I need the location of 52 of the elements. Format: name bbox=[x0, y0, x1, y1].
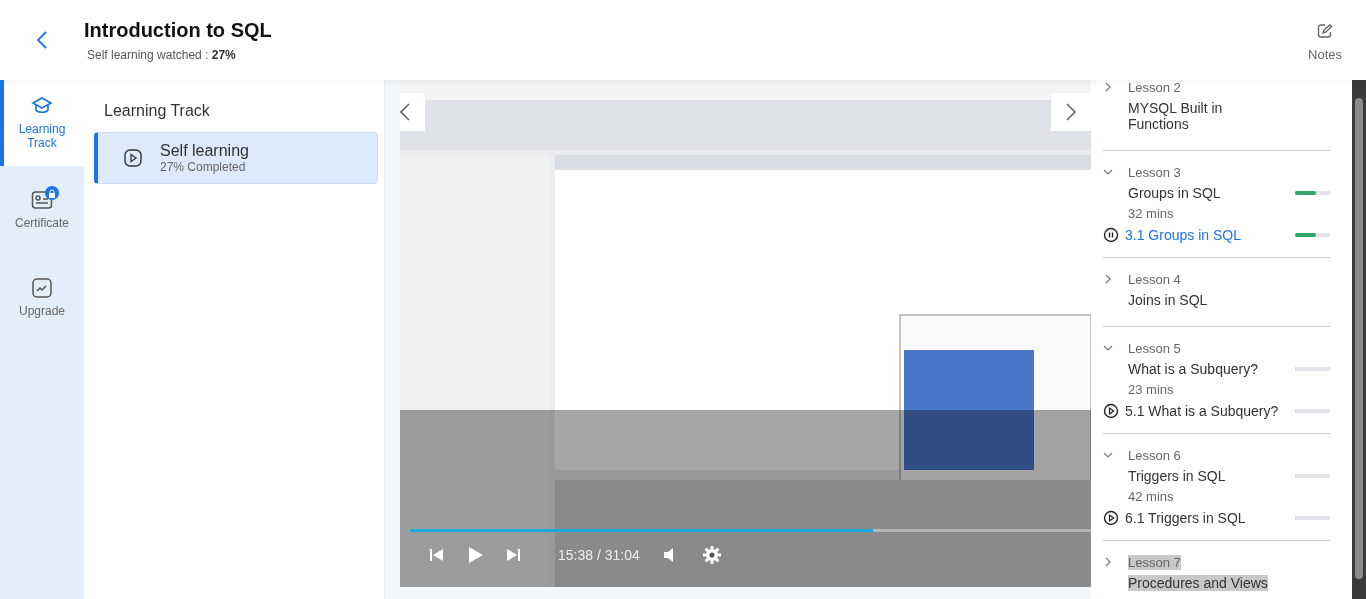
track-heading: Learning Track bbox=[104, 102, 211, 120]
settings-button[interactable] bbox=[701, 545, 722, 565]
track-progress: 27% Completed bbox=[160, 160, 247, 174]
skip-forward-button[interactable] bbox=[506, 547, 522, 563]
chevron-down-icon[interactable] bbox=[1103, 450, 1113, 460]
chevron-left-icon bbox=[400, 102, 411, 122]
watched-progress-text: Self learning watched : 27% bbox=[87, 47, 237, 62]
sub-lesson-item[interactable]: 5.1 What is a Subquery? bbox=[1103, 403, 1330, 419]
scrollbar[interactable] bbox=[1352, 80, 1366, 599]
lesson-label: Lesson 4 bbox=[1128, 272, 1181, 287]
lesson-title[interactable]: Procedures and Views bbox=[1128, 575, 1268, 591]
lesson-duration: 23 mins bbox=[1128, 382, 1175, 397]
graduation-cap-icon bbox=[31, 96, 53, 116]
video-time: 15:38 / 31:04 bbox=[558, 547, 640, 563]
play-button[interactable] bbox=[466, 546, 484, 564]
chevron-left-icon bbox=[36, 30, 48, 50]
lesson-title[interactable]: Groups in SQL bbox=[1128, 185, 1221, 201]
play-icon bbox=[1103, 510, 1119, 526]
chevron-right-icon[interactable] bbox=[1103, 557, 1113, 567]
chevron-down-icon[interactable] bbox=[1103, 343, 1113, 353]
play-icon bbox=[1103, 403, 1119, 419]
sub-lesson-item[interactable]: 6.1 Triggers in SQL bbox=[1103, 510, 1330, 526]
notes-button[interactable]: Notes bbox=[1308, 22, 1342, 62]
lesson-duration: 32 mins bbox=[1128, 206, 1175, 221]
lesson-label: Lesson 2 bbox=[1128, 80, 1181, 95]
sub-lesson-item[interactable]: 3.1 Groups in SQL bbox=[1103, 227, 1330, 243]
track-card[interactable]: Self learning 27% Completed bbox=[94, 132, 378, 184]
lesson-duration: 42 mins bbox=[1128, 489, 1175, 504]
track-title: Self learning bbox=[160, 142, 249, 160]
certificate-icon bbox=[31, 190, 53, 210]
lesson-label: Lesson 5 bbox=[1128, 341, 1181, 356]
lesson-title[interactable]: What is a Subquery? bbox=[1128, 361, 1258, 377]
course-title: Introduction to SQL bbox=[84, 18, 273, 42]
chevron-right-icon[interactable] bbox=[1103, 274, 1113, 284]
next-slide-button[interactable] bbox=[1051, 93, 1091, 131]
sidebar-tab[interactable]: Upgrade bbox=[0, 254, 84, 342]
trending-chart-icon bbox=[32, 278, 52, 298]
lesson-label: Lesson 6 bbox=[1128, 448, 1181, 463]
pause-icon bbox=[1103, 227, 1119, 243]
video-icon bbox=[124, 149, 142, 167]
lesson-title[interactable]: MYSQL Built in Functions bbox=[1128, 100, 1278, 132]
sidebar-tab[interactable]: Learning Track bbox=[0, 80, 84, 166]
edit-icon bbox=[1317, 22, 1333, 39]
chevron-right-icon bbox=[1065, 102, 1077, 122]
sidebar-tab[interactable]: Certificate bbox=[0, 166, 84, 254]
chevron-down-icon[interactable] bbox=[1103, 167, 1113, 177]
lesson-title[interactable]: Triggers in SQL bbox=[1128, 468, 1226, 484]
lesson-label: Lesson 3 bbox=[1128, 165, 1181, 180]
lesson-title[interactable]: Joins in SQL bbox=[1128, 292, 1208, 308]
skip-back-button[interactable] bbox=[428, 547, 444, 563]
chevron-right-icon[interactable] bbox=[1103, 82, 1113, 92]
lesson-label: Lesson 7 bbox=[1128, 555, 1181, 570]
